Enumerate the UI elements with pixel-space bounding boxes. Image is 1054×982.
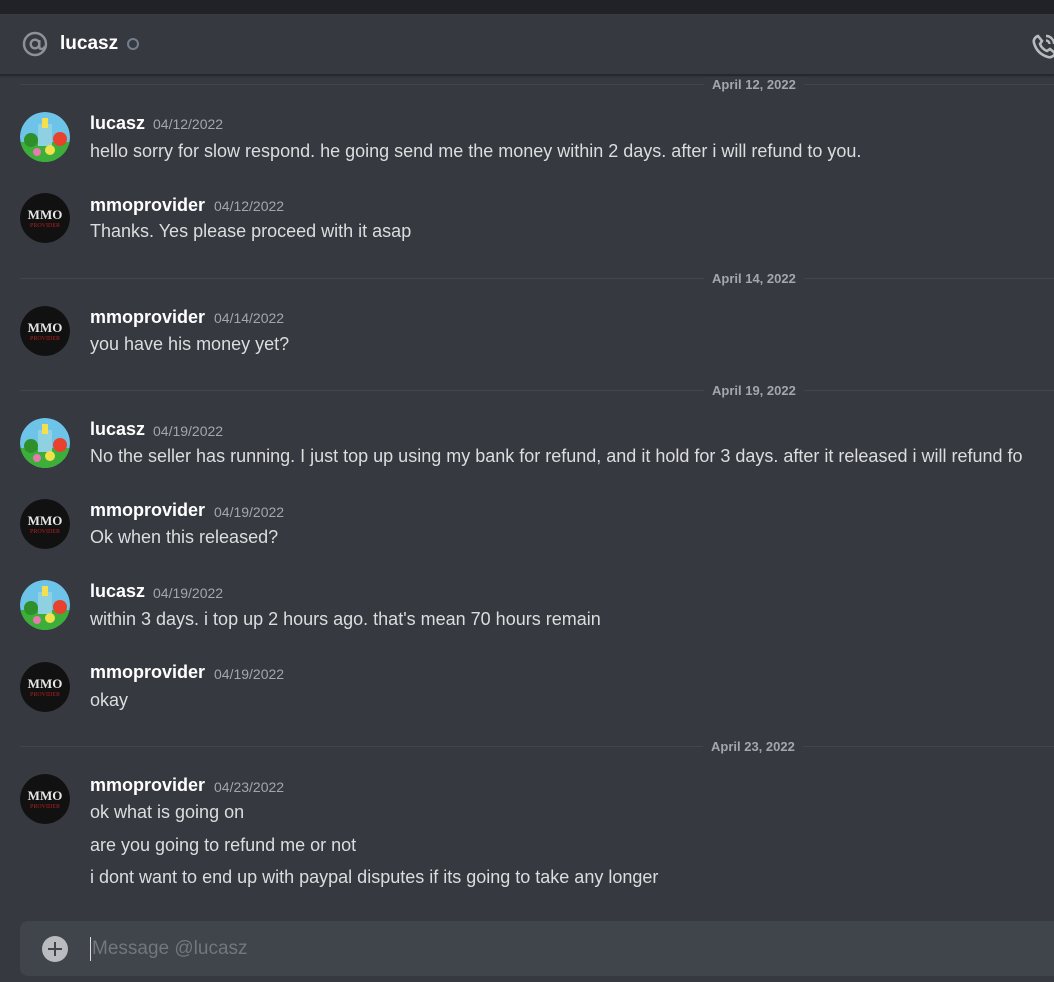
window-top-strip bbox=[0, 0, 1054, 14]
svg-text:PROVIDER: PROVIDER bbox=[30, 223, 60, 229]
message-author[interactable]: mmoprovider bbox=[90, 499, 205, 521]
date-divider-label: April 23, 2022 bbox=[703, 739, 803, 755]
avatar[interactable] bbox=[20, 418, 70, 468]
avatar[interactable]: MMO PROVIDER bbox=[20, 774, 70, 824]
avatar[interactable]: MMO PROVIDER bbox=[20, 499, 70, 549]
date-divider-label: April 14, 2022 bbox=[704, 271, 804, 287]
message-author[interactable]: lucasz bbox=[90, 112, 145, 134]
message-author[interactable]: mmoprovider bbox=[90, 194, 205, 216]
message-text: i dont want to end up with paypal disput… bbox=[90, 867, 659, 887]
message-input[interactable] bbox=[92, 937, 992, 961]
date-divider bbox=[20, 746, 1054, 747]
avatar[interactable]: MMO PROVIDER bbox=[20, 193, 70, 243]
message-text: you have his money yet? bbox=[90, 334, 290, 354]
text-caret bbox=[90, 937, 91, 961]
phone-call-icon[interactable] bbox=[1030, 32, 1054, 60]
date-divider-label: April 12, 2022 bbox=[704, 77, 804, 93]
svg-text:PROVIDER: PROVIDER bbox=[30, 804, 60, 810]
message-timestamp: 04/19/2022 bbox=[214, 666, 285, 682]
message-timestamp: 04/23/2022 bbox=[214, 779, 285, 795]
message-author[interactable]: lucasz bbox=[90, 418, 145, 440]
message-timestamp: 04/12/2022 bbox=[153, 116, 224, 132]
message-timestamp: 04/19/2022 bbox=[214, 504, 285, 520]
message-composer bbox=[20, 921, 1054, 976]
message-text: okay bbox=[90, 690, 129, 710]
message-author[interactable]: mmoprovider bbox=[90, 306, 205, 328]
message-author[interactable]: mmoprovider bbox=[90, 774, 205, 796]
message-timestamp: 04/12/2022 bbox=[214, 198, 285, 214]
channel-header: lucasz bbox=[0, 14, 1054, 75]
svg-text:PROVIDER: PROVIDER bbox=[30, 692, 60, 698]
svg-text:PROVIDER: PROVIDER bbox=[30, 529, 60, 535]
message-text: are you going to refund me or not bbox=[90, 835, 357, 855]
svg-text:MMO: MMO bbox=[28, 207, 63, 222]
channel-name: lucasz bbox=[60, 33, 119, 54]
avatar[interactable] bbox=[20, 112, 70, 162]
message-timestamp: 04/19/2022 bbox=[153, 585, 224, 601]
message-text: Ok when this released? bbox=[90, 527, 279, 547]
avatar[interactable]: MMO PROVIDER bbox=[20, 306, 70, 356]
svg-text:MMO: MMO bbox=[28, 676, 63, 691]
date-divider bbox=[20, 390, 1054, 391]
plus-circle-icon[interactable] bbox=[42, 936, 68, 962]
message-text: hello sorry for slow respond. he going s… bbox=[90, 141, 862, 161]
status-indicator bbox=[127, 38, 139, 50]
message-text: ok what is going on bbox=[90, 802, 245, 822]
message-list: April 12, 2022 lucasz 04/12/2022 hello s… bbox=[0, 75, 1054, 920]
message-text: within 3 days. i top up 2 hours ago. tha… bbox=[90, 609, 601, 629]
date-divider bbox=[20, 278, 1054, 279]
svg-text:MMO: MMO bbox=[28, 513, 63, 528]
message-text: No the seller has running. I just top up… bbox=[90, 446, 1023, 466]
svg-text:PROVIDER: PROVIDER bbox=[30, 336, 60, 342]
svg-text:MMO: MMO bbox=[28, 320, 63, 335]
message-text: Thanks. Yes please proceed with it asap bbox=[90, 221, 412, 241]
message-timestamp: 04/14/2022 bbox=[214, 310, 285, 326]
date-divider-label: April 19, 2022 bbox=[704, 383, 804, 399]
at-icon bbox=[22, 31, 48, 57]
date-divider bbox=[20, 84, 1054, 85]
message-timestamp: 04/19/2022 bbox=[153, 423, 224, 439]
avatar[interactable] bbox=[20, 580, 70, 630]
message-author[interactable]: mmoprovider bbox=[90, 661, 205, 683]
svg-text:MMO: MMO bbox=[28, 788, 63, 803]
avatar[interactable]: MMO PROVIDER bbox=[20, 662, 70, 712]
message-author[interactable]: lucasz bbox=[90, 580, 145, 602]
